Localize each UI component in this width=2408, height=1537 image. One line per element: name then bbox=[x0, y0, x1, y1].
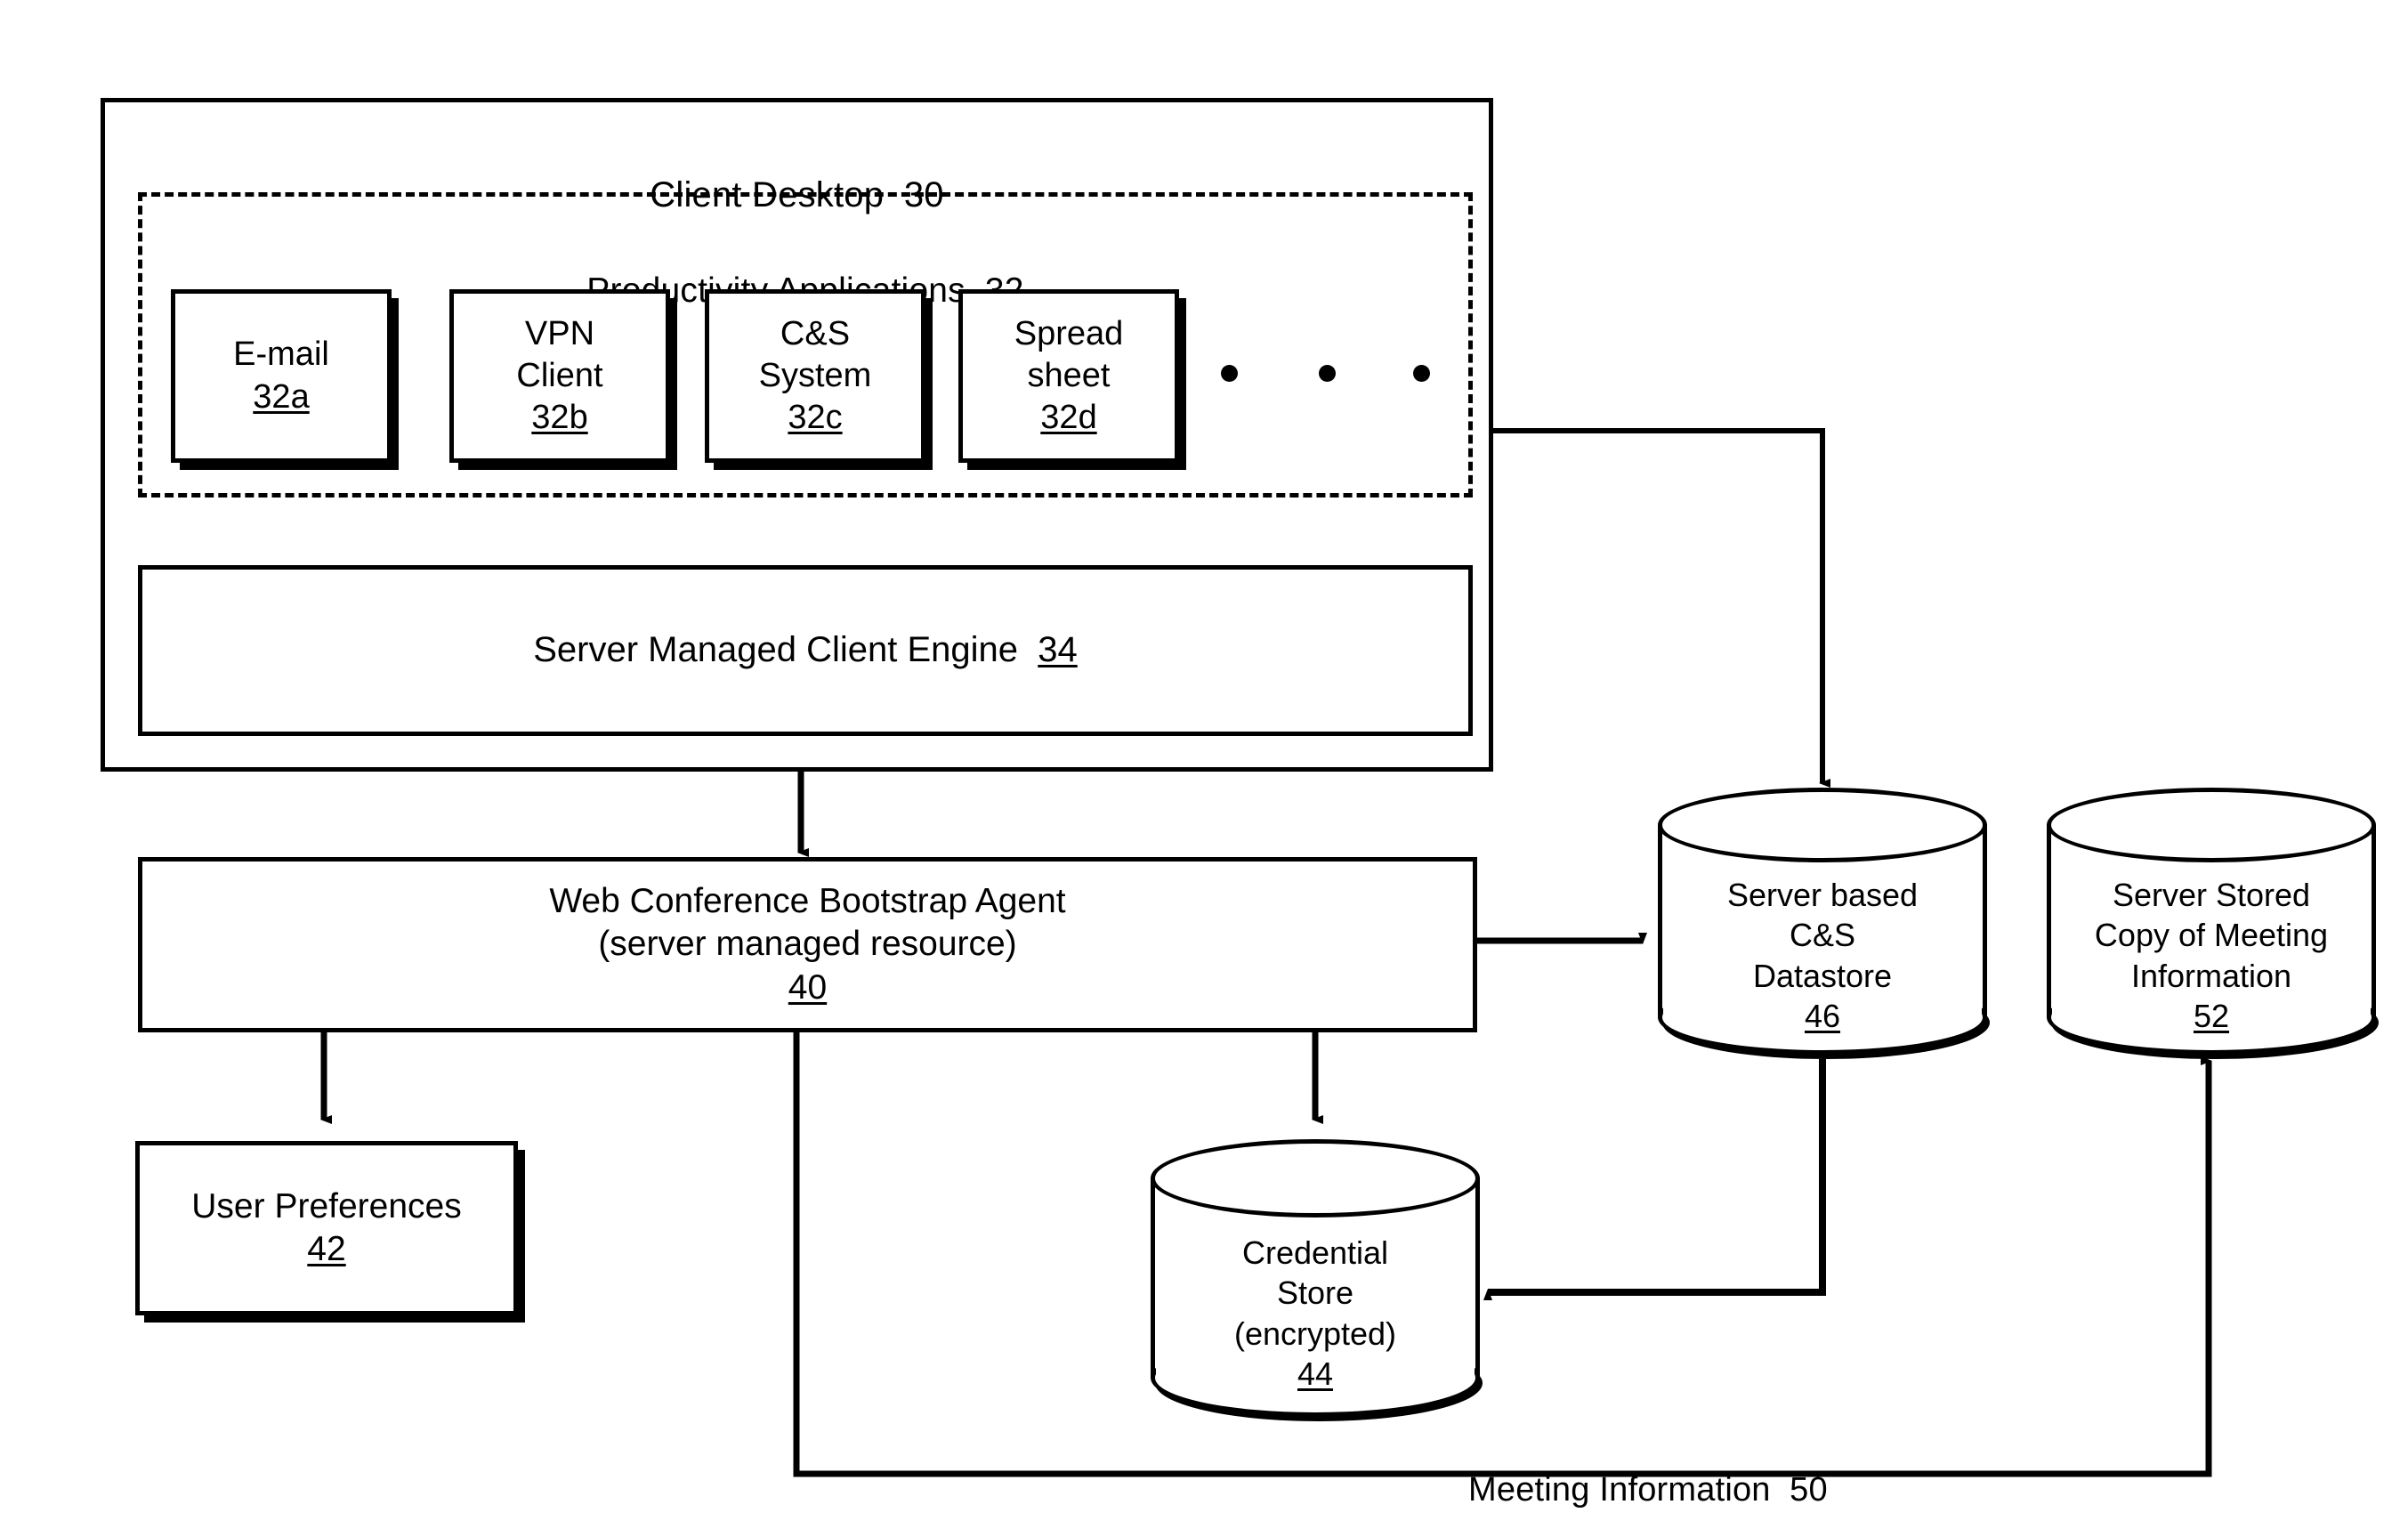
wire-meeting-information-50 bbox=[793, 1032, 2212, 1477]
app-label-spreadsheet: Spread sheet 32d bbox=[958, 289, 1179, 463]
meeting-information-flow-ref: 50 bbox=[1790, 1471, 1828, 1509]
app-label-vpn-client: VPN Client 32b bbox=[449, 289, 670, 463]
credential-store-cylinder-top bbox=[1151, 1139, 1480, 1217]
engine-title-line: Server Managed Client Engine 34 bbox=[533, 628, 1078, 673]
app-ref-vpn-client: 32b bbox=[531, 399, 588, 437]
meeting-info-store-cylinder[interactable]: Server Stored Copy of Meeting Informatio… bbox=[2047, 788, 2376, 1059]
meeting-info-store-ref: 52 bbox=[2193, 998, 2230, 1035]
credential-store-label: Credential Store (encrypted) 44 bbox=[1151, 1233, 1480, 1394]
meeting-info-store-cylinder-top bbox=[2047, 788, 2376, 862]
user-preferences-label: User Preferences 42 bbox=[135, 1141, 518, 1315]
app-ref-email: 32a bbox=[253, 377, 310, 416]
cs-datastore-label: Server based C&S Datastore 46 bbox=[1658, 875, 1987, 1036]
wire-apps-to-cs-datastore bbox=[1481, 428, 1830, 788]
bootstrap-agent-line1: Web Conference Bootstrap Agent bbox=[549, 881, 1066, 920]
app-label-email: E-mail 32a bbox=[171, 289, 392, 463]
user-preferences-title: User Preferences bbox=[191, 1186, 462, 1226]
user-preferences-ref: 42 bbox=[307, 1230, 346, 1268]
cs-datastore-cylinder[interactable]: Server based C&S Datastore 46 bbox=[1658, 788, 1987, 1059]
app-ref-spreadsheet: 32d bbox=[1040, 399, 1097, 437]
bootstrap-agent-line2: (server managed resource) bbox=[598, 925, 1017, 964]
cs-datastore-cylinder-top bbox=[1658, 788, 1987, 862]
cs-datastore-line3: Datastore bbox=[1752, 957, 1893, 994]
app-name-vpn-client: VPN Client bbox=[516, 314, 603, 394]
meeting-info-store-line3: Information bbox=[2130, 957, 2292, 994]
credential-store-cylinder[interactable]: Credential Store (encrypted) 44 bbox=[1151, 1139, 1480, 1419]
meeting-information-flow-text: Meeting Information bbox=[1468, 1471, 1771, 1509]
ellipsis-dot-3 bbox=[1413, 365, 1430, 382]
credential-store-line1: Credential bbox=[1241, 1234, 1389, 1271]
meeting-info-store-line1: Server Stored bbox=[2112, 877, 2311, 913]
credential-store-ref: 44 bbox=[1297, 1355, 1334, 1393]
patent-figure-canvas: Client Desktop 30 Productivity Applicati… bbox=[0, 0, 2408, 1537]
app-name-spreadsheet: Spread sheet bbox=[1014, 314, 1124, 394]
meeting-information-flow-label: Meeting Information 50 bbox=[1468, 1428, 2145, 1511]
bootstrap-agent-ref: 40 bbox=[788, 967, 828, 1007]
ellipsis-dot-1 bbox=[1221, 365, 1238, 382]
cs-datastore-line2: C&S bbox=[1789, 917, 1856, 954]
engine-title-spacer bbox=[1018, 630, 1038, 669]
credential-store-line3: (encrypted) bbox=[1233, 1315, 1397, 1352]
app-ref-cs-system: 32c bbox=[788, 399, 843, 437]
web-conference-bootstrap-agent-label: Web Conference Bootstrap Agent (server m… bbox=[138, 857, 1477, 1032]
meeting-info-store-label: Server Stored Copy of Meeting Informatio… bbox=[2047, 875, 2376, 1036]
wire-cs-datastore-to-credential-store bbox=[1483, 1059, 1826, 1300]
cs-datastore-line1: Server based bbox=[1726, 877, 1919, 913]
app-label-cs-system: C&S System 32c bbox=[705, 289, 925, 463]
app-name-cs-system: C&S System bbox=[758, 314, 872, 394]
app-name-email: E-mail bbox=[233, 336, 329, 374]
credential-store-line2: Store bbox=[1276, 1274, 1354, 1312]
engine-title: Server Managed Client Engine bbox=[533, 630, 1019, 670]
meeting-info-store-line2: Copy of Meeting bbox=[2094, 917, 2329, 954]
cs-datastore-ref: 46 bbox=[1804, 998, 1841, 1035]
engine-ref: 34 bbox=[1038, 630, 1078, 670]
ellipsis-dot-2 bbox=[1319, 365, 1336, 382]
meeting-information-flow-spacer bbox=[1771, 1471, 1790, 1509]
server-managed-client-engine-label: Server Managed Client Engine 34 bbox=[138, 565, 1473, 736]
